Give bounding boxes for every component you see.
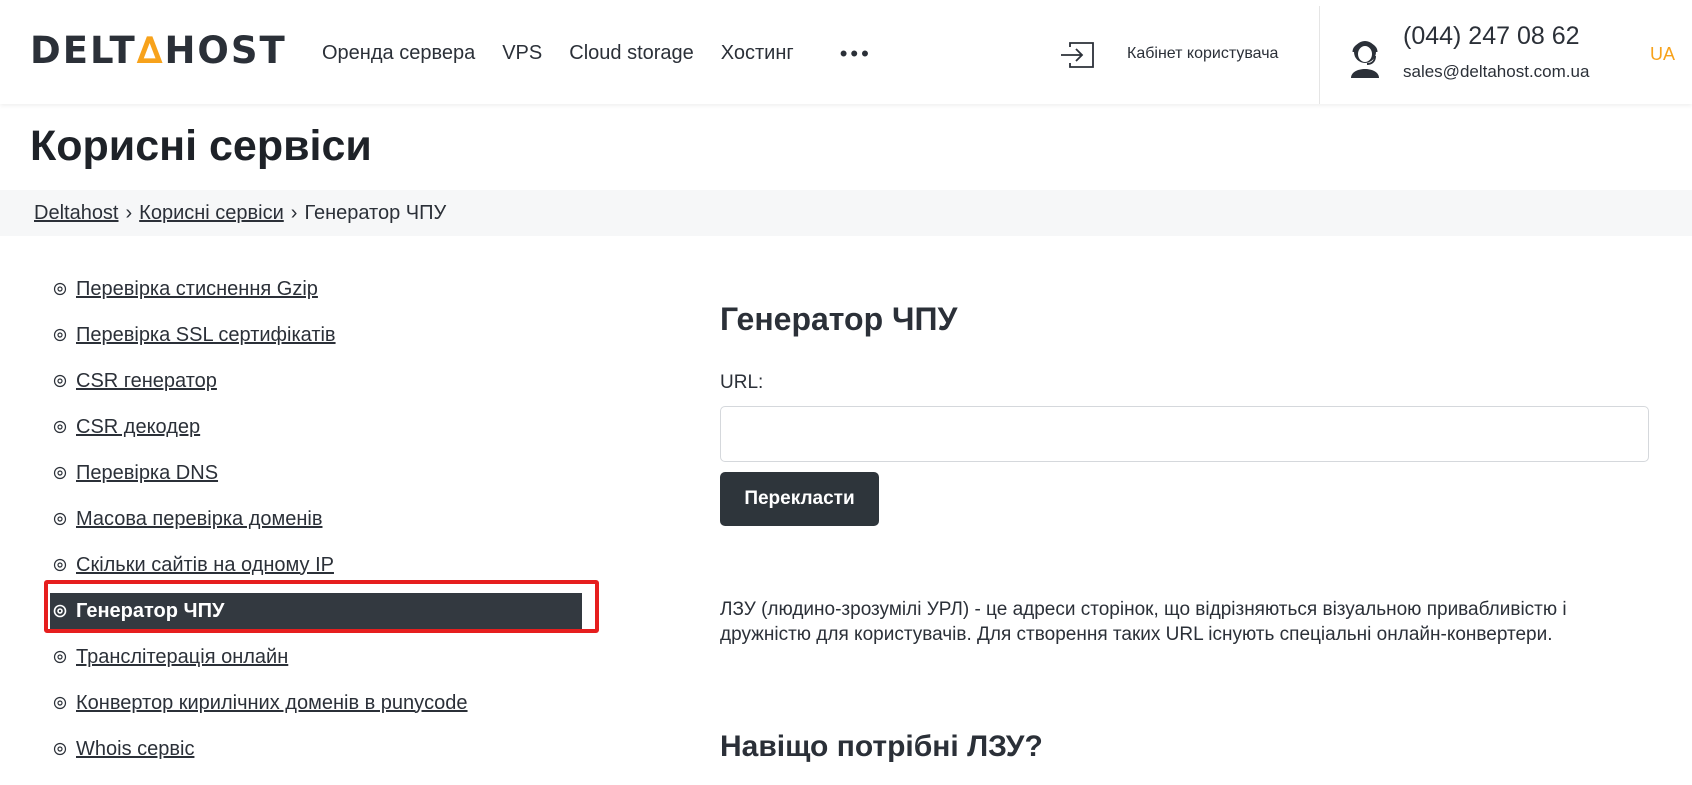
- breadcrumb-separator: ›: [290, 201, 298, 224]
- gear-icon: [53, 558, 67, 572]
- login-icon[interactable]: [1058, 40, 1096, 70]
- gear-icon: [53, 328, 67, 342]
- support-operator-icon: [1351, 41, 1379, 78]
- site-header: DELT∆HOST Оренда сервера VPS Cloud stora…: [0, 0, 1692, 104]
- breadcrumb-current: Генератор ЧПУ: [304, 201, 447, 224]
- user-cabinet-link[interactable]: Кабінет користувача: [1127, 45, 1278, 63]
- url-input[interactable]: [720, 406, 1649, 462]
- gear-icon: [53, 742, 67, 756]
- gear-icon: [53, 696, 67, 710]
- sidebar-item-csr-decoder[interactable]: CSR декодер: [50, 404, 590, 450]
- nav-vps[interactable]: VPS: [502, 42, 542, 65]
- active-item-highlight: [44, 580, 599, 633]
- gear-icon: [53, 282, 67, 296]
- phone-number[interactable]: (044) 247 08 62: [1403, 22, 1580, 51]
- nav-server-rental[interactable]: Оренда сервера: [322, 42, 475, 65]
- sidebar-item-whois[interactable]: Whois сервіс: [50, 726, 590, 772]
- sidebar-item-ssl[interactable]: Перевірка SSL сертифікатів: [50, 312, 590, 358]
- sidebar-item-transliteration[interactable]: Транслітерація онлайн: [50, 634, 590, 680]
- sidebar-item-bulk-domains[interactable]: Масова перевірка доменів: [50, 496, 590, 542]
- sidebar-item-dns[interactable]: Перевірка DNS: [50, 450, 590, 496]
- gear-icon: [53, 650, 67, 664]
- language-switch[interactable]: UA: [1650, 44, 1675, 65]
- page-title: Корисні сервіси: [30, 122, 372, 170]
- breadcrumb-separator: ›: [125, 201, 133, 224]
- gear-icon: [53, 512, 67, 526]
- section-title: Навіщо потрібні ЛЗУ?: [720, 730, 1043, 763]
- breadcrumb: Deltahost › Корисні сервіси › Генератор …: [0, 190, 1692, 236]
- sidebar-item-csr-generator[interactable]: CSR генератор: [50, 358, 590, 404]
- gear-icon: [53, 420, 67, 434]
- deltahost-logo[interactable]: DELT∆HOST: [30, 31, 287, 71]
- more-menu-icon[interactable]: •••: [840, 42, 872, 64]
- sidebar-item-punycode[interactable]: Конвертор кирилічних доменів в punycode: [50, 680, 590, 726]
- sidebar-item-gzip[interactable]: Перевірка стиснення Gzip: [50, 266, 590, 312]
- breadcrumb-useful-services[interactable]: Корисні сервіси: [139, 202, 284, 225]
- tool-title: Генератор ЧПУ: [720, 301, 958, 337]
- header-divider: [1319, 6, 1320, 104]
- gear-icon: [53, 466, 67, 480]
- services-sidebar: Перевірка стиснення Gzip Перевірка SSL с…: [50, 266, 590, 772]
- nav-cloud-storage[interactable]: Cloud storage: [569, 42, 694, 65]
- sales-email[interactable]: sales@deltahost.com.ua: [1403, 62, 1589, 82]
- gear-icon: [53, 374, 67, 388]
- description-text: ЛЗУ (людино-зрозумілі УРЛ) - це адреси с…: [720, 599, 1567, 645]
- translate-button[interactable]: Перекласти: [720, 472, 879, 526]
- main-nav: Оренда сервера VPS Cloud storage Хостинг…: [322, 42, 872, 65]
- url-label: URL:: [720, 372, 764, 393]
- nav-hosting[interactable]: Хостинг: [721, 42, 794, 65]
- breadcrumb-home[interactable]: Deltahost: [34, 202, 119, 225]
